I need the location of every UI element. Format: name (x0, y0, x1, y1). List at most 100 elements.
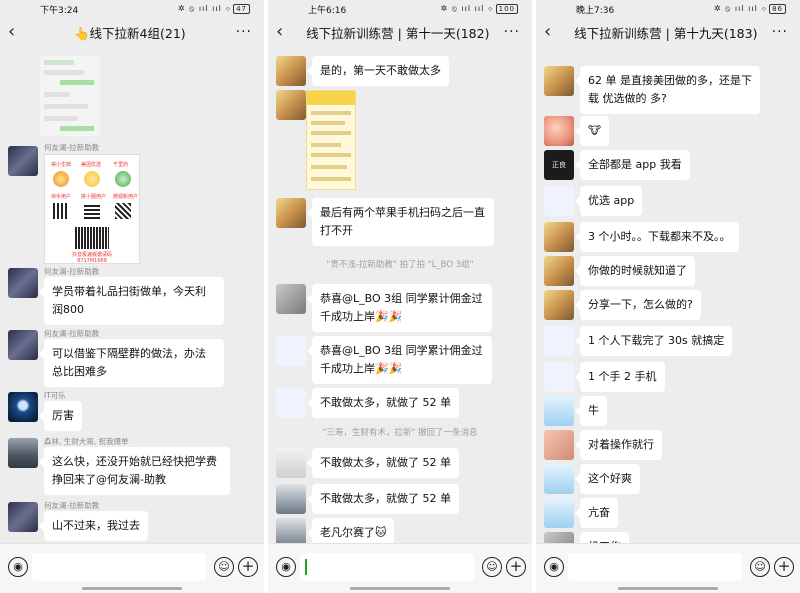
avatar[interactable] (276, 284, 306, 314)
message-bubble[interactable]: 最后有两个苹果手机扫码之后一直打不开 (307, 198, 494, 246)
message-input[interactable] (300, 553, 474, 581)
avatar[interactable] (276, 336, 306, 366)
order-screenshot-image[interactable] (306, 90, 356, 190)
qr-code-icon (115, 203, 131, 219)
sender-name: 何友澜-拉新助教 (44, 501, 100, 510)
avatar[interactable] (276, 448, 306, 478)
message-bubble[interactable]: 学员带着礼品扫街做单，今天利润800 (39, 277, 224, 325)
avatar[interactable] (544, 464, 574, 494)
avatar[interactable] (276, 90, 306, 120)
message-bubble[interactable]: 分享一下，怎么做的? (575, 290, 701, 320)
message-bubble[interactable]: 🐮 (574, 116, 610, 146)
message-bubble[interactable]: 可以借鉴下隔壁群的做法，办法总比困难多 (39, 339, 224, 387)
plus-icon[interactable]: + (774, 557, 794, 577)
voice-icon[interactable]: ◉ (544, 557, 564, 577)
chat-panel-1: 下午3:24 ✲ ⦸ ııl ııl ⌔ 47 ‹ 👆线下拉新4组(21) ··· (0, 0, 264, 593)
avatar[interactable] (544, 396, 574, 426)
message-bubble[interactable]: 厉害 (39, 401, 82, 431)
poster-label: 拼小圈用户 (81, 194, 107, 200)
back-icon[interactable]: ‹ (276, 23, 292, 41)
message-bubble[interactable]: 1 个手 2 手机 (575, 362, 665, 392)
avatar[interactable] (544, 532, 574, 543)
status-time: 晚上7:36 (576, 5, 615, 16)
emoji-icon[interactable]: ☺ (482, 557, 502, 577)
message-bubble[interactable]: 恭喜@L_BO 3组 同学累计佣金过千成功上岸🎉🎉 (307, 284, 492, 332)
avatar[interactable] (276, 518, 306, 543)
message-bubble[interactable]: 机工作 (575, 532, 629, 543)
avatar[interactable] (544, 362, 574, 392)
system-notice: "三寿，生财有术，拉新" 撤回了一条消息 (322, 428, 478, 438)
avatar[interactable] (276, 56, 306, 86)
avatar[interactable] (8, 438, 38, 468)
message-bubble[interactable]: 不敢做太多，就做了 52 单 (307, 448, 459, 478)
avatar[interactable] (8, 268, 38, 298)
avatar[interactable] (544, 116, 574, 146)
message-bubble[interactable]: 这个好爽 (575, 464, 640, 494)
sender-name: 森林, 生财大哥, 祝我爆单 (44, 437, 129, 446)
avatar[interactable] (8, 502, 38, 532)
message-bubble[interactable]: 亢奋 (575, 498, 618, 528)
message-bubble[interactable]: 优选 app (574, 186, 643, 216)
qr-code-icon (84, 203, 100, 219)
voice-icon[interactable]: ◉ (276, 557, 296, 577)
poster-label: 微视新用户 (113, 194, 139, 200)
avatar[interactable] (8, 330, 38, 360)
message-list[interactable]: 62 单 是直接美团做的多，还是下载 优选做的 多? 🐮 正良 全部都是 app… (536, 46, 800, 543)
poster-label: 快手用户 (51, 194, 72, 200)
home-indicator[interactable] (350, 587, 450, 590)
home-indicator[interactable] (618, 587, 718, 590)
promo-poster-image[interactable]: 得小生鲜 美团优选 千里药 快手用户 拼小圈用户 微视新用户 抖音极速版邀请码 … (44, 154, 140, 264)
message-bubble[interactable]: 这么快，还没开始就已经快把学费挣回来了@何友澜-助教 (39, 447, 230, 495)
message-bubble[interactable]: 全部都是 app 我看 (575, 150, 690, 180)
message-bubble[interactable]: 是的，第一天不敢做太多 (307, 56, 449, 86)
avatar[interactable] (276, 198, 306, 228)
message-bubble[interactable]: 62 单 是直接美团做的多，还是下载 优选做的 多? (575, 66, 760, 114)
avatar[interactable] (544, 290, 574, 320)
message-bubble[interactable]: 牛 (575, 396, 607, 426)
more-icon[interactable]: ··· (504, 24, 520, 40)
avatar[interactable] (276, 388, 306, 418)
avatar[interactable] (544, 326, 574, 356)
avatar[interactable] (544, 66, 574, 96)
message-bubble[interactable]: 1 个人下载完了 30s 就搞定 (574, 326, 733, 356)
home-indicator[interactable] (82, 587, 182, 590)
message-bubble[interactable]: 对着操作就行 (575, 430, 662, 460)
avatar[interactable] (276, 484, 306, 514)
avatar[interactable]: 正良 (544, 150, 574, 180)
emoji-icon[interactable]: ☺ (214, 557, 234, 577)
message-bubble[interactable]: 不敢做太多，就做了 52 单 (307, 388, 459, 418)
avatar[interactable] (8, 392, 38, 422)
avatar[interactable] (8, 146, 38, 176)
qr-code-icon (53, 203, 69, 219)
message-bubble[interactable]: 老凡尔赛了🐱 (306, 518, 395, 543)
chat-screenshot-image[interactable] (40, 56, 100, 136)
battery-icon: 100 (495, 4, 518, 14)
message-input[interactable] (568, 553, 742, 581)
more-icon[interactable]: ··· (772, 24, 788, 40)
status-icons: ✲ ⦸ ııl ııl ⌔ 86 (714, 4, 786, 14)
plus-icon[interactable]: + (238, 557, 258, 577)
avatar[interactable] (544, 222, 574, 252)
sender-name: 何友澜-拉新助教 (44, 267, 100, 276)
more-icon[interactable]: ··· (236, 24, 252, 40)
plus-icon[interactable]: + (506, 557, 526, 577)
avatar[interactable] (544, 430, 574, 460)
chat-header: ‹ 线下拉新训练营 | 第十一天(182) ··· (268, 18, 532, 46)
back-icon[interactable]: ‹ (544, 23, 560, 41)
message-list[interactable]: 是的，第一天不敢做太多 最后有两个苹果手机扫码之后一直打不开 "贵不浅-拉新助教… (268, 46, 532, 543)
text-caret (305, 559, 307, 575)
message-bubble[interactable]: 你做的时候就知道了 (575, 256, 695, 286)
message-bubble[interactable]: 不敢做太多，就做了 52 单 (307, 484, 459, 514)
emoji-icon[interactable]: ☺ (750, 557, 770, 577)
message-list[interactable]: 何友澜-拉新助教 得小生鲜 美团优选 千里药 快手用户 拼小圈用户 微视新用户 … (0, 46, 264, 543)
status-icons: ✲ ⦸ ııl ııl ⌔ 100 (440, 4, 518, 14)
avatar[interactable] (544, 498, 574, 528)
message-bubble[interactable]: 3 个小时。。下载都来不及。。 (575, 222, 739, 252)
message-input[interactable] (32, 553, 206, 581)
avatar[interactable] (544, 186, 574, 216)
back-icon[interactable]: ‹ (8, 23, 24, 41)
message-bubble[interactable]: 山不过来，我过去 (39, 511, 148, 541)
voice-icon[interactable]: ◉ (8, 557, 28, 577)
avatar[interactable] (544, 256, 574, 286)
message-bubble[interactable]: 恭喜@L_BO 3组 同学累计佣金过千成功上岸🎉🎉 (307, 336, 492, 384)
